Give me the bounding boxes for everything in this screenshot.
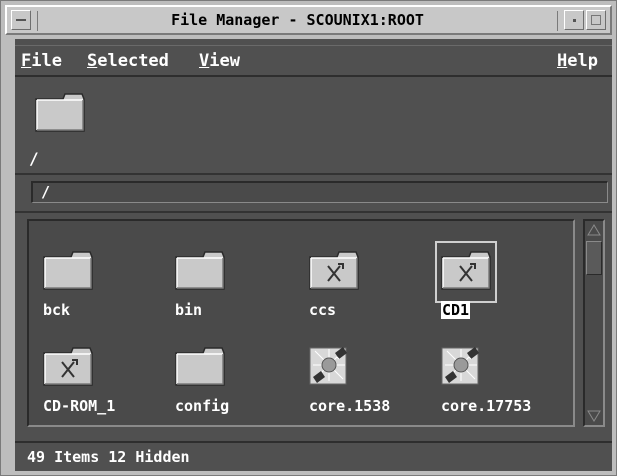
status-bar: 49 Items 12 Hidden (15, 441, 612, 471)
file-name: CD1 (441, 301, 471, 319)
file-name: core.17753 (441, 397, 532, 415)
menu-file[interactable]: File (21, 52, 62, 70)
file-name: bck (43, 301, 71, 319)
scroll-thumb[interactable] (586, 241, 602, 275)
maximize-button[interactable] (586, 10, 606, 30)
file-item-core-1538[interactable]: core.1538 (309, 345, 439, 435)
menu-selected[interactable]: Selected (87, 52, 169, 70)
core-dump-icon (441, 346, 480, 385)
file-name: ccs (309, 301, 337, 319)
menu-help-mnemonic: H (557, 51, 568, 71)
title-bar[interactable]: File Manager - SCOUNIX1:ROOT (5, 5, 612, 35)
status-text: 49 Items 12 Hidden (27, 448, 190, 466)
menu-selected-mnemonic: S (87, 51, 98, 71)
file-name: CD-ROM_1 (43, 397, 116, 415)
file-item-cd1[interactable]: CD1 (435, 241, 571, 339)
current-folder-icon[interactable] (35, 91, 87, 135)
linked-folder-icon (441, 249, 493, 293)
linked-folder-icon (309, 249, 361, 293)
menu-view-label: iew (209, 51, 240, 71)
divider (15, 211, 612, 213)
linked-folder-icon (43, 345, 95, 389)
file-item-bin[interactable]: bin (175, 249, 305, 339)
folder-icon (43, 251, 93, 290)
path-field[interactable]: / (31, 181, 608, 203)
menu-view[interactable]: View (199, 52, 240, 70)
divider (15, 173, 612, 175)
file-item-core-17753[interactable]: core.17753 (441, 345, 571, 435)
file-item-config[interactable]: config (175, 345, 305, 435)
scroll-up-arrow-icon[interactable] (586, 223, 602, 237)
file-item-cd-rom-1[interactable]: CD-ROM_1 (43, 345, 173, 435)
minimize-button[interactable] (564, 10, 584, 30)
menu-file-label: ile (31, 51, 62, 71)
file-item-bck[interactable]: bck (43, 249, 173, 339)
core-dump-icon (309, 346, 348, 385)
window-title: File Manager - SCOUNIX1:ROOT (37, 11, 558, 31)
menu-view-mnemonic: V (199, 51, 210, 71)
folder-icon (175, 251, 225, 290)
file-name: config (175, 397, 230, 415)
scroll-down-arrow-icon[interactable] (586, 409, 602, 423)
file-item-ccs[interactable]: ccs (309, 249, 439, 339)
window-menu-button[interactable] (11, 10, 31, 30)
window-body: File Selected View Help / / bck bin ccs (15, 39, 612, 471)
menu-help[interactable]: Help (557, 52, 598, 70)
file-icon-view[interactable]: bck bin ccs CD1 CD-ROM_1 config core.153… (27, 219, 575, 427)
menu-bar: File Selected View Help (15, 45, 612, 77)
folder-icon (175, 347, 225, 386)
vertical-scrollbar[interactable] (583, 219, 605, 427)
menu-file-mnemonic: F (21, 51, 32, 71)
menu-help-label: elp (567, 51, 598, 71)
menu-selected-label: elected (97, 51, 169, 71)
file-manager-window: File Manager - SCOUNIX1:ROOT File Select… (0, 0, 617, 476)
current-dir-label: / (29, 149, 39, 168)
file-name: core.1538 (309, 397, 391, 415)
file-name: bin (175, 301, 203, 319)
